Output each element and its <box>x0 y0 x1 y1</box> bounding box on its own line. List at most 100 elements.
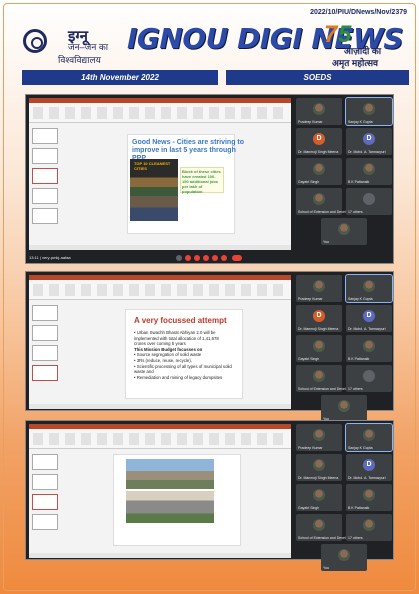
slide-thumb[interactable] <box>32 305 58 321</box>
avatar <box>363 163 375 175</box>
avatar-letter: D <box>363 133 375 145</box>
avatar-letter <box>363 193 375 205</box>
ppt-ribbon[interactable] <box>29 103 291 123</box>
slide-thumb[interactable] <box>32 365 58 381</box>
participant-tile[interactable]: You <box>321 395 367 422</box>
participant-name: Sanjay K Gupta <box>348 446 373 450</box>
top10-label: TOP 10 CLEANEST CITIES <box>134 161 171 171</box>
participant-name: You <box>323 566 329 570</box>
avatar <box>363 519 375 531</box>
participant-tile[interactable]: Dr. Manmoji Singh Meena <box>296 454 342 481</box>
participant-name: B K Pattanaik <box>348 506 370 510</box>
camera-icon[interactable] <box>185 255 191 261</box>
participant-tile[interactable]: 17 others <box>346 514 392 541</box>
participant-name: Dr. Mohd. A. Tarmazpuri <box>348 476 386 480</box>
powerpoint-window: Good News - Cities are striving to impro… <box>29 98 291 250</box>
slide-thumb[interactable] <box>32 208 58 224</box>
present-icon[interactable] <box>203 255 209 261</box>
avatar <box>363 280 375 292</box>
slide-thumb[interactable] <box>32 494 58 510</box>
participant-name: Pradeep Kumar <box>298 120 323 124</box>
slide-thumb[interactable] <box>32 128 58 144</box>
participant-tile[interactable]: Sanjay K Gupta <box>345 423 393 452</box>
participant-name: Dr. Mohd. A. Tarmazpuri <box>348 150 386 154</box>
participant-name: Sanjay K Gupta <box>348 120 373 124</box>
participant-tile[interactable]: Gayatri Singh <box>296 484 342 511</box>
participant-tile[interactable]: Pradeep Kumar <box>296 98 342 125</box>
participant-tile[interactable]: 17 others <box>346 365 392 392</box>
city-photo-2 <box>126 491 214 523</box>
school-band: SOEDS <box>226 70 409 85</box>
captions-icon[interactable] <box>194 255 200 261</box>
meeting-screenshot-3: Pradeep Kumar Sanjay K Gupta Dr. Manmoji S… <box>25 420 394 571</box>
slide-thumb[interactable] <box>32 454 58 470</box>
participant-tile[interactable]: D Dr. Mohd. A. Tarmazpuri <box>346 454 392 481</box>
slide-thumb[interactable] <box>32 325 58 341</box>
avatar-letter <box>363 370 375 382</box>
participant-name: Gayatri Singh <box>298 357 320 361</box>
slide-thumbnails[interactable] <box>32 454 60 534</box>
avatar <box>313 370 325 382</box>
slide-thumb[interactable] <box>32 188 58 204</box>
participant-tile[interactable]: Pradeep Kumar <box>296 275 342 302</box>
participant-name: Dr. Mohd. A. Tarmazpuri <box>348 327 386 331</box>
ignou-logo-icon <box>23 29 47 53</box>
participant-name: Pradeep Kumar <box>298 446 323 450</box>
participant-tile[interactable]: D Dr. Mohd. A. Tarmazpuri <box>346 305 392 332</box>
mic-icon[interactable] <box>176 255 182 261</box>
participant-name: Pradeep Kumar <box>298 297 323 301</box>
slide-thumb[interactable] <box>32 514 58 530</box>
participant-tile[interactable]: D Dr. Mohd. A. Tarmazpuri <box>346 128 392 155</box>
participant-name: 17 others <box>348 210 363 214</box>
participant-tile[interactable]: B K Pattanaik <box>346 158 392 185</box>
slide-thumb[interactable] <box>32 474 58 490</box>
participant-name: 17 others <box>348 387 363 391</box>
participant-tile[interactable]: You <box>321 218 367 245</box>
azadi-text-2: अमृत महोत्सव <box>332 58 379 68</box>
avatar <box>363 429 375 441</box>
slide-thumb[interactable] <box>32 168 58 184</box>
participant-tile[interactable]: Sanjay K Gupta <box>345 274 393 303</box>
participant-tile[interactable]: Sanjay K Gupta <box>345 97 393 126</box>
participant-tile[interactable]: School of Extension and Devel... <box>296 188 349 215</box>
avatar <box>313 519 325 531</box>
powerpoint-window: A very focussed attempt • Urban Swachh B… <box>29 275 291 409</box>
reference-number: 2022/10/PIU/DNews/Nov/2379 <box>310 9 407 16</box>
current-slide: Good News - Cities are striving to impro… <box>127 134 244 234</box>
current-slide <box>113 454 241 546</box>
slide-thumb[interactable] <box>32 148 58 164</box>
avatar <box>363 489 375 501</box>
jobs-text-box: Block of these cities have created 100-1… <box>180 167 224 194</box>
slide-thumb[interactable] <box>32 345 58 361</box>
avatar <box>313 489 325 501</box>
ppt-statusbar <box>29 404 291 409</box>
slide-thumbnails[interactable] <box>32 128 60 228</box>
more-options-icon[interactable] <box>221 255 227 261</box>
leave-call-icon[interactable] <box>232 255 242 261</box>
azadi-logo-7: 7 <box>324 21 338 48</box>
raise-hand-icon[interactable] <box>212 255 218 261</box>
avatar <box>338 223 350 235</box>
participant-tile[interactable]: Pradeep Kumar <box>296 424 342 451</box>
participant-name: B K Pattanaik <box>348 357 370 361</box>
ppt-ribbon[interactable] <box>29 280 291 300</box>
participant-tile[interactable]: School of Extension and Devel... <box>296 514 349 541</box>
ppt-ribbon[interactable] <box>29 429 291 449</box>
participant-tile[interactable]: School of Extension and Devel... <box>296 365 349 392</box>
participant-tile[interactable]: B K Pattanaik <box>346 484 392 511</box>
slide-thumbnails[interactable] <box>32 305 60 385</box>
ignou-tagline: जन–जन का <box>68 42 109 52</box>
participant-tile[interactable]: Gayatri Singh <box>296 158 342 185</box>
slide-bullet: • Remediation and mining of legacy dumps… <box>134 374 223 380</box>
participant-tile[interactable]: D Dr. Manmoji Singh Meena <box>296 128 342 155</box>
participant-tile[interactable]: You <box>321 544 367 571</box>
participant-tile[interactable]: 17 others <box>346 188 392 215</box>
participant-tile[interactable]: D Dr. Manmoji Singh Meena <box>296 305 342 332</box>
meet-control-bar: 13:11 | very-pmkj-aafaa <box>26 253 393 263</box>
avatar-letter: D <box>363 459 375 471</box>
participant-tile[interactable]: B K Pattanaik <box>346 335 392 362</box>
powerpoint-window <box>29 424 291 558</box>
participant-name: B K Pattanaik <box>348 180 370 184</box>
participant-tile[interactable]: Gayatri Singh <box>296 335 342 362</box>
date-band: 14th November 2022 <box>22 70 218 85</box>
